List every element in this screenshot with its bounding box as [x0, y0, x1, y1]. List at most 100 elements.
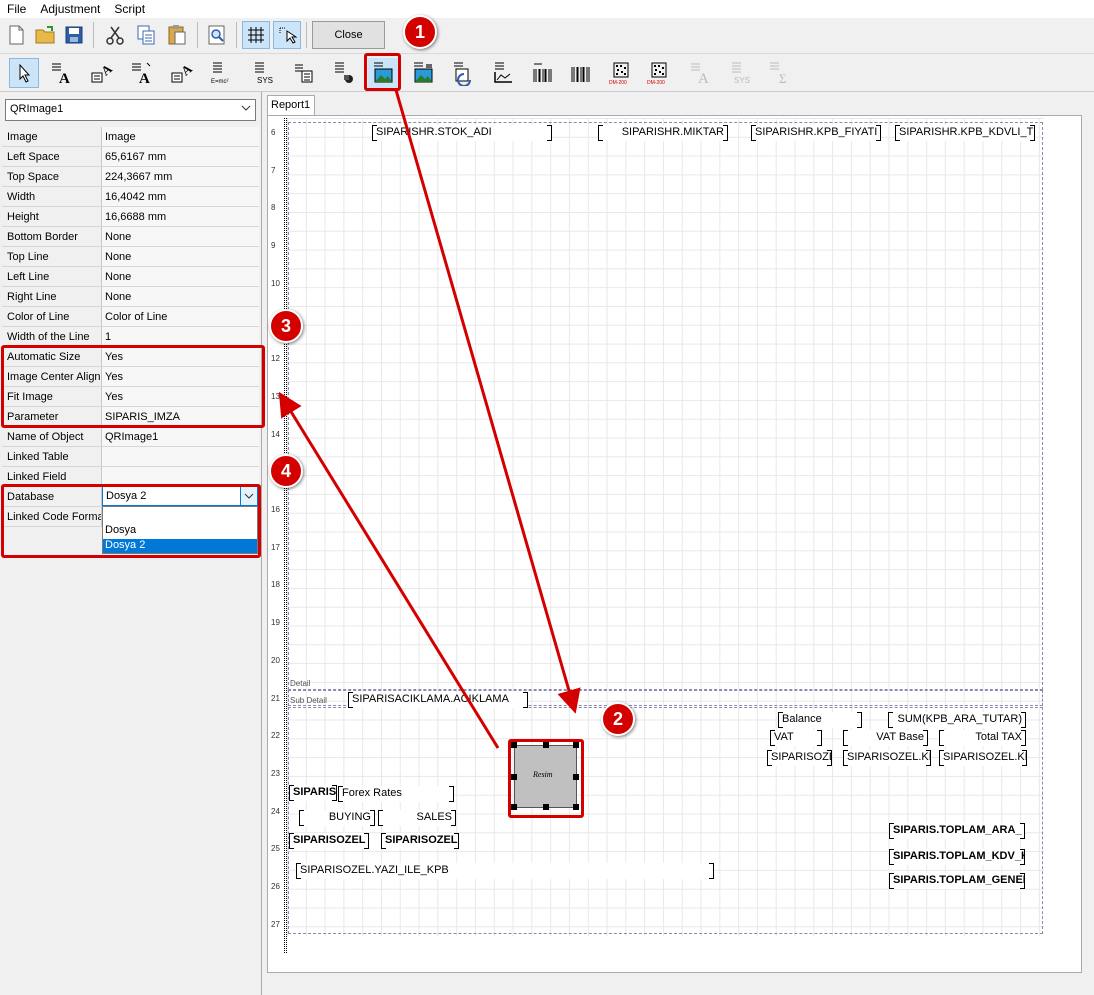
- ruler-mark: 20: [271, 655, 280, 665]
- db-rotated-label-tool[interactable]: A: [167, 58, 197, 88]
- menu-adjustment[interactable]: Adjustment: [33, 2, 107, 16]
- report-field-forex[interactable]: Forex Rates: [338, 786, 454, 802]
- property-key: Name of Object: [2, 427, 102, 446]
- report-field-sipoz5[interactable]: SIPARISOZEL: [381, 833, 459, 849]
- svg-text:SYS: SYS: [257, 76, 273, 85]
- property-row[interactable]: Top Space 224,3667 mm: [2, 167, 259, 187]
- property-value[interactable]: 1: [102, 327, 259, 346]
- label-tool[interactable]: A: [47, 58, 77, 88]
- property-row[interactable]: Image Image: [2, 127, 259, 147]
- report-field-balance[interactable]: Balance: [778, 712, 862, 728]
- report-field-genel[interactable]: SIPARIS.TOPLAM_GENEL: [889, 873, 1025, 889]
- property-value[interactable]: None: [102, 247, 259, 266]
- report-field-vatbase[interactable]: VAT Base: [843, 730, 928, 746]
- report-field-sipoz4[interactable]: SIPARISOZEL: [289, 833, 369, 849]
- pointer-tool[interactable]: [9, 58, 39, 88]
- db-barcode-tool[interactable]: [566, 58, 596, 88]
- property-value[interactable]: [102, 447, 259, 466]
- property-value[interactable]: None: [102, 267, 259, 286]
- svg-text:A: A: [139, 71, 150, 86]
- ruler-mark: 13: [271, 391, 280, 401]
- report-field-vat[interactable]: VAT: [770, 730, 822, 746]
- grid-icon[interactable]: [242, 21, 270, 49]
- property-value[interactable]: Color of Line: [102, 307, 259, 326]
- new-icon[interactable]: [2, 21, 30, 49]
- annotation-badge-4: 4: [269, 454, 303, 488]
- property-row[interactable]: Left Line None: [2, 267, 259, 287]
- preview-icon[interactable]: [203, 21, 231, 49]
- report-field-stok-adi[interactable]: SIPARISHR.STOK_ADI: [372, 125, 552, 141]
- db-image-tool[interactable]: [408, 58, 438, 88]
- annotation-badge-3: 3: [269, 309, 303, 343]
- ruler-mark: 23: [271, 768, 280, 778]
- report-field-sipoz1[interactable]: SIPARISOZE: [767, 750, 832, 766]
- property-row[interactable]: Width 16,4042 mm: [2, 187, 259, 207]
- close-button[interactable]: Close: [312, 21, 385, 49]
- property-value[interactable]: 16,6688 mm: [102, 207, 259, 226]
- report-field-sipoz2[interactable]: SIPARISOZEL.KD: [843, 750, 931, 766]
- barcode-tool[interactable]: [528, 58, 558, 88]
- property-row[interactable]: Right Line None: [2, 287, 259, 307]
- report-field-aciklama[interactable]: SIPARISACIKLAMA.ACIKLAMA: [348, 692, 528, 708]
- report-field-miktar[interactable]: SIPARISHR.MIKTAR: [598, 125, 728, 141]
- subreport-tool[interactable]: [448, 58, 478, 88]
- detail-band[interactable]: [288, 122, 1043, 690]
- object-selector[interactable]: QRImage1: [5, 99, 256, 121]
- report-field-ara[interactable]: SIPARIS.TOPLAM_ARA_: [889, 823, 1025, 839]
- property-row[interactable]: Width of the Line 1: [2, 327, 259, 347]
- property-row[interactable]: Top Line None: [2, 247, 259, 267]
- property-value[interactable]: None: [102, 227, 259, 246]
- report-tabs: Report1: [267, 93, 1094, 115]
- report-field-buying[interactable]: BUYING: [299, 810, 375, 826]
- svg-text:A: A: [59, 71, 70, 86]
- tab-report1[interactable]: Report1: [267, 95, 315, 115]
- copy-icon[interactable]: [132, 21, 160, 49]
- report-field-sipoz3[interactable]: SIPARISOZEL.KD: [939, 750, 1027, 766]
- svg-text:A: A: [698, 71, 709, 86]
- property-value[interactable]: 65,6167 mm: [102, 147, 259, 166]
- property-row[interactable]: Height 16,6688 mm: [2, 207, 259, 227]
- property-value[interactable]: 224,3667 mm: [102, 167, 259, 186]
- ruler-mark: 6: [271, 128, 276, 137]
- property-row[interactable]: Linked Table: [2, 447, 259, 467]
- report-field-kdv[interactable]: SIPARIS.TOPLAM_KDV_K: [889, 849, 1025, 865]
- property-value[interactable]: Image: [102, 127, 259, 146]
- cut-icon[interactable]: [101, 21, 129, 49]
- property-row[interactable]: Left Space 65,6167 mm: [2, 147, 259, 167]
- property-value[interactable]: 16,4042 mm: [102, 187, 259, 206]
- property-value[interactable]: None: [102, 287, 259, 306]
- report-field-sum[interactable]: SUM(KPB_ARA_TUTAR): [888, 712, 1026, 728]
- report-field-totaltax[interactable]: Total TAX: [939, 730, 1026, 746]
- property-key: Width of the Line: [2, 327, 102, 346]
- property-value[interactable]: QRImage1: [102, 427, 259, 446]
- db-label-tool[interactable]: A: [127, 58, 157, 88]
- report-field-kdvli[interactable]: SIPARISHR.KPB_KDVLI_TU: [895, 125, 1035, 141]
- report-field-sales[interactable]: SALES: [378, 810, 456, 826]
- chart-tool[interactable]: [488, 58, 518, 88]
- sysdata-tool[interactable]: SYS: [249, 58, 279, 88]
- report-field-fiyat[interactable]: SIPARISHR.KPB_FIYATI: [751, 125, 881, 141]
- disabled-label-tool: A: [686, 58, 716, 88]
- report-field-yazi[interactable]: SIPARISOZEL.YAZI_ILE_KPB: [296, 863, 714, 879]
- property-row[interactable]: Name of Object QRImage1: [2, 427, 259, 447]
- property-row[interactable]: Bottom Border None: [2, 227, 259, 247]
- page-margin-line: [284, 118, 287, 953]
- expression-tool[interactable]: E=mc²: [207, 58, 237, 88]
- save-icon[interactable]: [60, 21, 88, 49]
- menu-file[interactable]: File: [0, 2, 33, 16]
- snap-icon[interactable]: [273, 21, 301, 49]
- menu-script[interactable]: Script: [107, 2, 152, 16]
- horizontal-scrollbar[interactable]: [267, 973, 1094, 995]
- datamatrix-tool[interactable]: DM-200: [606, 58, 636, 88]
- shape-tool[interactable]: [329, 58, 359, 88]
- property-key: Top Line: [2, 247, 102, 266]
- ruler-mark: 24: [271, 806, 280, 816]
- rotated-label-tool[interactable]: A: [87, 58, 117, 88]
- db-datamatrix-tool[interactable]: DM-200: [644, 58, 674, 88]
- paste-icon[interactable]: [163, 21, 191, 49]
- memo-tool[interactable]: [289, 58, 319, 88]
- report-field-siparis[interactable]: SIPARIS.: [289, 785, 337, 801]
- component-toolbar: A A A A E=mc² SYS DM-200 DM-200 A SYS Σ: [0, 54, 1094, 92]
- property-row[interactable]: Color of Line Color of Line: [2, 307, 259, 327]
- open-icon[interactable]: [31, 21, 59, 49]
